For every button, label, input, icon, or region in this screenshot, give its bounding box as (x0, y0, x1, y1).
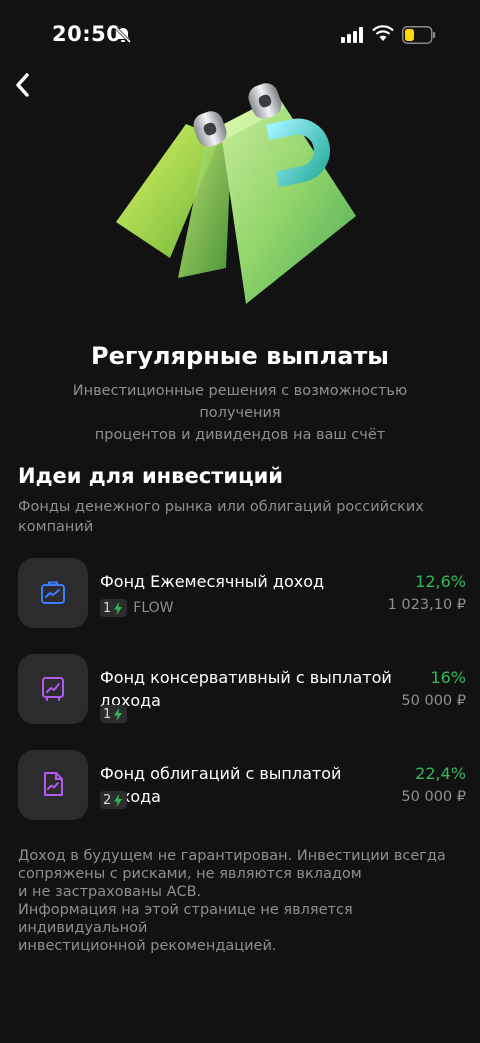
fund-item-monthly-income[interactable]: Фонд Ежемесячный доход 1 FLOW 12,6% 1 02… (0, 558, 480, 630)
fund-amount: 1 023,10 ₽ (387, 597, 466, 613)
risk-level: 2 (103, 792, 112, 808)
fund-amount: 50 000 ₽ (401, 693, 466, 709)
status-bar: 20:50 (0, 0, 480, 70)
page-title: Регулярные выплаты (91, 342, 389, 370)
fund-icon (18, 654, 88, 724)
lightning-icon (114, 793, 123, 807)
fund-item-bonds[interactable]: Фонд облигаций с выплатой дохода 2 22,4%… (0, 750, 480, 822)
battery-icon (402, 26, 436, 44)
page-subtitle-line: Инвестиционные решения с возможностью по… (72, 383, 408, 421)
fund-meta: 1 FLOW (100, 598, 174, 618)
risk-badge: 1 (100, 599, 128, 617)
disclaimer-line: Информация на этой странице не является … (18, 902, 353, 936)
fund-name-line: Фонд Ежемесячный доход (100, 572, 325, 591)
disclaimer: Доход в будущем не гарантирован. Инвести… (18, 847, 468, 955)
fund-yield: 22,4% (415, 764, 466, 783)
section-subtitle-line: компаний (18, 519, 94, 535)
status-time: 20:50 (52, 22, 122, 46)
back-chevron-icon[interactable] (10, 70, 40, 100)
section-subtitle: Фонды денежного рынка или облигаций росс… (18, 497, 438, 537)
lightning-icon (114, 707, 123, 721)
disclaimer-line: сопряжены с рисками, не являются вкладом (18, 866, 362, 882)
fund-name-line: Фонд облигаций с выплатой дохода (100, 764, 342, 806)
risk-level: 1 (103, 600, 112, 616)
fund-yield: 16% (430, 668, 466, 687)
briefcase-chart-icon (41, 581, 65, 604)
wifi-icon (372, 25, 394, 41)
fund-meta: 2 (100, 790, 128, 810)
fund-name: Фонд консервативный с выплатой дохода (100, 666, 400, 712)
fund-icon (18, 558, 88, 628)
page-subtitle-line: процентов и дивидендов на ваш счёт (94, 427, 386, 443)
fund-name-line: Фонд консервативный с выплатой (100, 668, 392, 687)
section-title: Идеи для инвестиций (18, 464, 284, 488)
risk-badge: 1 (100, 705, 128, 723)
fund-yield: 12,6% (415, 572, 466, 591)
fund-amount: 50 000 ₽ (401, 789, 466, 805)
fund-name-line: дохода (100, 691, 161, 710)
page-subtitle: Инвестиционные решения с возможностью по… (30, 380, 450, 446)
disclaimer-line: Доход в будущем не гарантирован. Инвести… (18, 848, 446, 864)
risk-level: 1 (103, 706, 112, 722)
document-chart-icon (44, 772, 63, 796)
section-subtitle-line: Фонды денежного рынка или облигаций росс… (18, 499, 424, 515)
fund-ticker: FLOW (133, 600, 174, 616)
safe-chart-icon (42, 677, 64, 701)
fund-icon (18, 750, 88, 820)
ruble-calendar-illustration (116, 83, 356, 304)
cellular-signal-icon (341, 27, 363, 43)
bell-muted-icon (114, 26, 132, 44)
fund-name: Фонд облигаций с выплатой дохода (100, 762, 400, 808)
disclaimer-line: и не застрахованы АСВ. (18, 884, 202, 900)
fund-meta: 1 (100, 704, 128, 724)
risk-badge: 2 (100, 791, 128, 809)
fund-name: Фонд Ежемесячный доход (100, 570, 400, 593)
disclaimer-line: инвестиционной рекомендацией. (18, 938, 277, 954)
lightning-icon (114, 601, 123, 615)
fund-item-conservative[interactable]: Фонд консервативный с выплатой дохода 1 … (0, 654, 480, 726)
